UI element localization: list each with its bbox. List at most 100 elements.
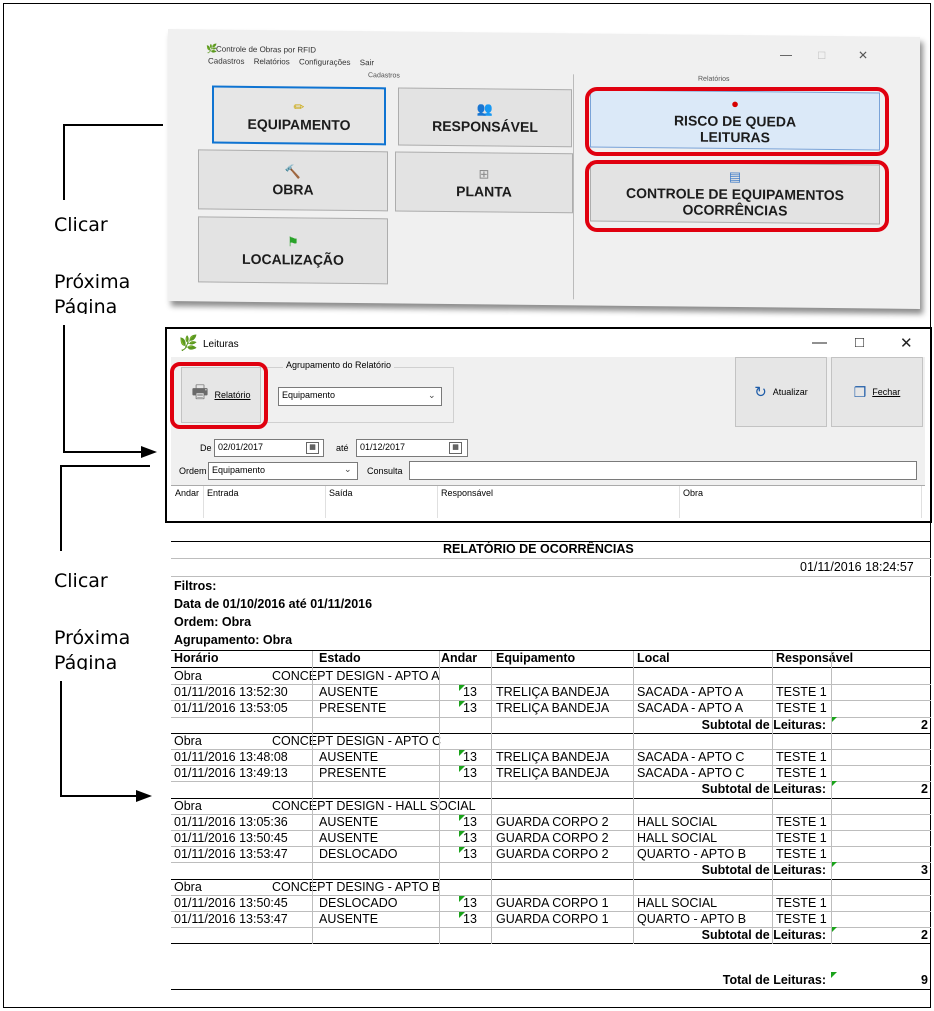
cell-equipamento: TRELIÇA BANDEJA xyxy=(496,701,610,716)
chevron-down-icon: ⌄ xyxy=(344,464,352,474)
cell-horario: 01/11/2016 13:49:13 xyxy=(174,766,288,781)
column-estado: Estado xyxy=(319,651,361,665)
subtotal-label: Subtotal de Leituras: xyxy=(701,782,826,797)
cell-horario: 01/11/2016 13:05:36 xyxy=(174,814,288,829)
cell-estado: AUSENTE xyxy=(319,912,379,926)
equipamento-button[interactable]: ✏ EQUIPAMENTO xyxy=(212,85,386,146)
report-divider xyxy=(171,576,931,577)
highlight-risco-queda xyxy=(585,87,889,156)
column-andar: Andar xyxy=(441,651,478,665)
menu-cadastros[interactable]: Cadastros xyxy=(208,56,244,65)
column-divider xyxy=(491,651,492,945)
filter-date: Data de 01/10/2016 até 01/11/2016 xyxy=(174,597,373,611)
subtotal-label: Subtotal de Leituras: xyxy=(701,928,826,943)
cell-equipamento: TRELIÇA BANDEJA xyxy=(496,766,610,781)
cell-equipamento: GUARDA CORPO 1 xyxy=(496,912,609,926)
column-header-saida[interactable]: Saída xyxy=(329,488,353,498)
cell-marker xyxy=(459,766,465,773)
calendar-icon[interactable]: ▦ xyxy=(449,442,462,454)
cell-equipamento: GUARDA CORPO 1 xyxy=(496,895,609,910)
menu-bar: Cadastros Relatórios Configurações Sair xyxy=(208,56,381,67)
cell-local: SACADA - APTO C xyxy=(637,766,745,781)
column-divider xyxy=(439,651,440,945)
cell-horario: 01/11/2016 13:48:08 xyxy=(174,750,288,764)
group-obra-name: CONCEPT DESIGN - APTO C xyxy=(272,733,442,748)
cell-local: HALL SOCIAL xyxy=(637,831,718,845)
group-obra-name: CONCEPT DESIGN - HALL SOCIAL xyxy=(272,798,476,813)
cell-estado: PRESENTE xyxy=(319,766,387,781)
cell-andar: 13 xyxy=(463,814,477,829)
users-icon: 👥 xyxy=(476,100,494,116)
report-title: RELATÓRIO DE OCORRÊNCIAS xyxy=(443,542,634,556)
cell-marker xyxy=(459,831,465,837)
cell-horario: 01/11/2016 13:53:47 xyxy=(174,912,288,926)
localizacao-label: LOCALIZAÇÃO xyxy=(242,250,344,268)
fechar-label: Fechar xyxy=(872,387,901,397)
cell-local: HALL SOCIAL xyxy=(637,814,718,829)
annotation-next-page-1: Próxima Página xyxy=(54,270,134,314)
agrupamento-select[interactable]: Equipamento xyxy=(278,387,442,406)
ordem-label: Ordem xyxy=(179,466,207,476)
cell-horario: 01/11/2016 13:50:45 xyxy=(174,895,288,910)
cell-estado: AUSENTE xyxy=(319,814,379,829)
header-border xyxy=(171,667,931,668)
maximize-button[interactable]: □ xyxy=(818,48,825,62)
cell-horario: 01/11/2016 13:50:45 xyxy=(174,831,288,845)
cell-marker xyxy=(459,685,465,692)
fechar-button[interactable]: ❐ Fechar xyxy=(831,357,923,427)
menu-configuracoes[interactable]: Configurações xyxy=(299,57,351,67)
bracket-line xyxy=(63,124,65,200)
column-header-andar[interactable]: Andar xyxy=(175,488,199,498)
responsavel-button[interactable]: 👥 RESPONSÁVEL xyxy=(398,87,572,148)
close-button[interactable]: ✕ xyxy=(858,48,868,62)
subtotal-value: 3 xyxy=(921,863,928,878)
annotation-next-page-2: Próxima Página xyxy=(54,626,134,670)
cell-estado: DESLOCADO xyxy=(319,895,398,910)
report-timestamp: 01/11/2016 18:24:57 xyxy=(800,560,914,574)
cell-responsavel: TESTE 1 xyxy=(776,685,827,700)
column-header-entrada[interactable]: Entrada xyxy=(207,488,239,498)
total-label: Total de Leituras: xyxy=(722,973,826,987)
subtotal-label: Subtotal de Leituras: xyxy=(701,863,826,878)
minimize-button[interactable]: — xyxy=(812,334,827,351)
column-header-obra[interactable]: Obra xyxy=(683,488,703,498)
close-button[interactable]: ✕ xyxy=(900,334,913,352)
cell-responsavel: TESTE 1 xyxy=(776,814,827,829)
cell-responsavel: TESTE 1 xyxy=(776,912,827,926)
subtotal-value: 2 xyxy=(921,928,928,943)
grid-divider xyxy=(437,486,438,518)
cell-andar: 13 xyxy=(463,701,477,716)
planta-button[interactable]: ⊞ PLANTA xyxy=(395,151,573,214)
atualizar-button[interactable]: ↻ Atualizar xyxy=(735,357,827,427)
cell-estado: AUSENTE xyxy=(319,685,379,700)
cell-andar: 13 xyxy=(463,685,477,700)
cell-local: SACADA - APTO C xyxy=(637,750,745,764)
cell-equipamento: GUARDA CORPO 2 xyxy=(496,831,609,845)
cell-marker xyxy=(459,912,465,918)
consulta-label: Consulta xyxy=(367,466,403,476)
relatorios-header: Relatórios xyxy=(698,75,730,83)
minimize-button[interactable]: — xyxy=(780,47,792,61)
cell-horario: 01/11/2016 13:53:05 xyxy=(174,701,288,716)
menu-sair[interactable]: Sair xyxy=(360,58,374,67)
arrow-line xyxy=(63,451,143,453)
planta-label: PLANTA xyxy=(456,182,512,200)
menu-relatorios[interactable]: Relatórios xyxy=(254,57,290,66)
grid-divider xyxy=(203,486,204,518)
annotation-next-page-2-text: Próxima Página xyxy=(54,627,131,670)
cell-responsavel: TESTE 1 xyxy=(776,766,827,781)
localizacao-button[interactable]: ⚑ LOCALIZAÇÃO xyxy=(198,216,388,285)
column-divider xyxy=(633,651,634,945)
de-label: De xyxy=(200,443,212,453)
consulta-input[interactable] xyxy=(409,461,917,480)
column-header-responsavel[interactable]: Responsável xyxy=(441,488,493,498)
ordem-select[interactable]: Equipamento xyxy=(208,462,358,480)
maximize-button[interactable]: □ xyxy=(855,334,864,351)
group-obra-name: CONCEPT DESIGN - APTO A xyxy=(272,669,440,683)
annotation-click-1: Clicar xyxy=(54,214,108,236)
cell-estado: DESLOCADO xyxy=(319,847,398,862)
cell-responsavel: TESTE 1 xyxy=(776,831,827,845)
obra-button[interactable]: 🔨 OBRA xyxy=(198,149,388,212)
cell-andar: 13 xyxy=(463,847,477,862)
calendar-icon[interactable]: ▦ xyxy=(306,442,319,454)
